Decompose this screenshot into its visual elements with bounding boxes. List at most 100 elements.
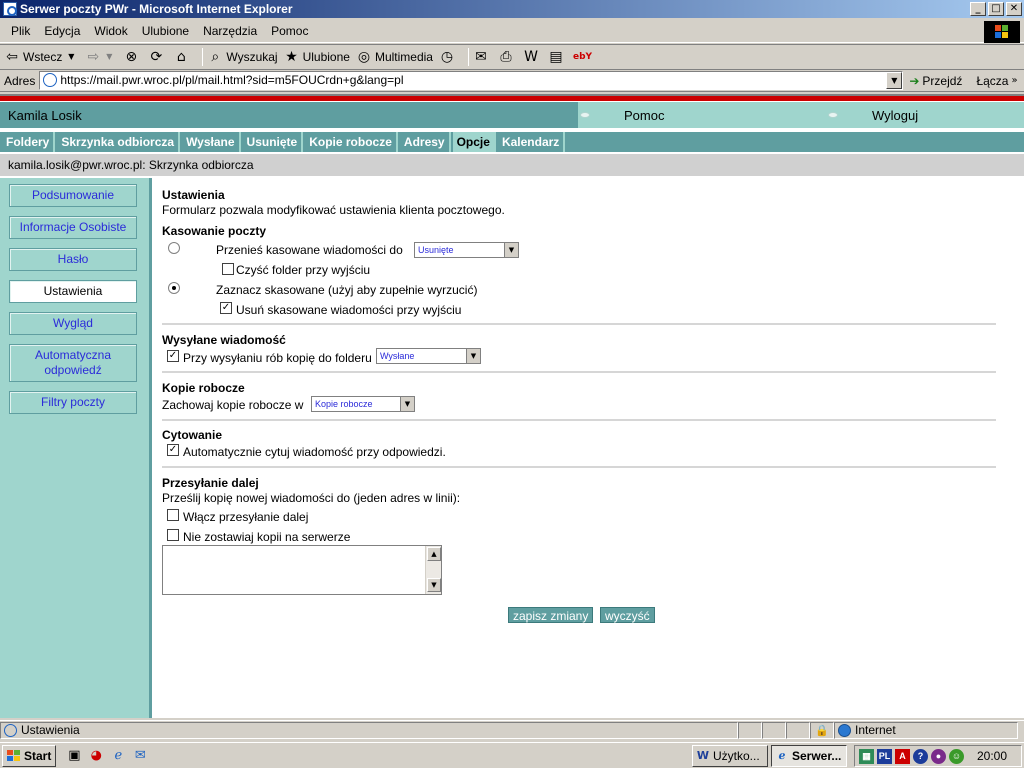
- print-button[interactable]: ⎙: [498, 49, 517, 65]
- help-icon[interactable]: ?: [913, 748, 928, 764]
- sent-copy-label: Przy wysyłaniu rób kopię do folderu: [183, 351, 372, 365]
- task-browser[interactable]: ℯ Serwer...: [771, 745, 847, 767]
- tab-addresses[interactable]: Adresy: [399, 132, 451, 152]
- system-tray: ▦ PL A ? ● ☺ 20:00: [854, 745, 1022, 767]
- clear-button[interactable]: wyczyść: [600, 607, 655, 623]
- address-url: https://mail.pwr.wroc.pl/pl/mail.html?si…: [60, 73, 404, 87]
- no-copy-checkbox[interactable]: [167, 529, 179, 541]
- home-button[interactable]: ⌂: [173, 49, 192, 65]
- menu-view[interactable]: Widok: [87, 24, 134, 38]
- history-icon: ◷: [440, 49, 454, 65]
- scroll-down-icon[interactable]: ▼: [427, 578, 441, 592]
- clock: 20:00: [976, 749, 1007, 763]
- tab-deleted[interactable]: Usunięte: [242, 132, 304, 152]
- auto-quote-checkbox[interactable]: ✓: [167, 444, 179, 456]
- sidebar-item-settings[interactable]: Ustawienia: [9, 280, 137, 303]
- enable-forwarding-checkbox[interactable]: [167, 509, 179, 521]
- favorites-button[interactable]: ★ Ulubione: [284, 49, 350, 65]
- back-button[interactable]: ⇦ Wstecz ▼: [4, 49, 79, 65]
- settings-intro: Formularz pozwala modyfikować ustawienia…: [162, 203, 505, 217]
- ie-icon[interactable]: ℯ: [110, 748, 126, 764]
- menu-help[interactable]: Pomoc: [264, 24, 315, 38]
- chevron-right-icon[interactable]: »: [1011, 75, 1017, 86]
- clear-folder-checkbox[interactable]: [222, 263, 234, 275]
- links-button[interactable]: Łącza: [976, 74, 1008, 88]
- sidebar-item-personal-info[interactable]: Informacje Osobiste: [9, 216, 137, 239]
- sidebar-item-summary[interactable]: Podsumowanie: [9, 184, 137, 207]
- multimedia-button[interactable]: ◎ Multimedia: [356, 49, 433, 65]
- remove-deleted-checkbox[interactable]: ✓: [220, 302, 232, 314]
- forward-button[interactable]: ⇨ ▼: [85, 49, 117, 65]
- minimize-button[interactable]: _: [970, 2, 986, 16]
- scroll-up-icon[interactable]: ▲: [427, 547, 441, 561]
- sent-copy-checkbox[interactable]: ✓: [167, 350, 179, 362]
- history-button[interactable]: ◷: [439, 49, 458, 65]
- search-button[interactable]: ⌕ Wyszukaj: [207, 49, 277, 65]
- menu-edit[interactable]: Edycja: [37, 24, 87, 38]
- start-button[interactable]: Start: [2, 744, 57, 767]
- tab-options[interactable]: Opcje: [452, 132, 496, 152]
- chevron-down-icon[interactable]: ▼: [104, 49, 114, 65]
- tab-drafts[interactable]: Kopie robocze: [305, 132, 398, 152]
- move-folder-select[interactable]: Usunięte ▼: [414, 242, 519, 258]
- acrobat-icon[interactable]: A: [895, 748, 910, 764]
- sidebar-item-filters[interactable]: Filtry poczty: [9, 391, 137, 414]
- auto-quote-label: Automatycznie cytuj wiadomość przy odpow…: [183, 445, 446, 459]
- office-icon[interactable]: ◕: [88, 748, 104, 764]
- tab-inbox[interactable]: Skrzynka odbiorcza: [57, 132, 181, 152]
- search-icon: ⌕: [211, 49, 220, 65]
- outlook-icon[interactable]: ✉: [132, 748, 148, 764]
- mail-icon: ✉: [475, 49, 487, 65]
- close-button[interactable]: ✕: [1006, 2, 1022, 16]
- sidebar-item-appearance[interactable]: Wygląd: [9, 312, 137, 335]
- forward-addresses-textarea[interactable]: ▲ ▼: [162, 545, 442, 595]
- task-browser-label: Serwer...: [792, 749, 842, 763]
- discuss-button[interactable]: ▤: [548, 49, 567, 65]
- address-dropdown-icon[interactable]: ▼: [886, 72, 903, 89]
- maximize-button[interactable]: □: [988, 2, 1004, 16]
- sent-folder-select[interactable]: Wysłane ▼: [376, 348, 481, 364]
- chevron-down-icon[interactable]: ▼: [66, 49, 76, 65]
- search-label: Wyszukaj: [226, 50, 278, 64]
- go-button[interactable]: ➔ Przejdź: [909, 74, 962, 88]
- menu-file[interactable]: Plik: [4, 24, 37, 38]
- help-link[interactable]: Pomoc: [624, 108, 664, 123]
- menu-favorites[interactable]: Ulubione: [135, 24, 196, 38]
- language-indicator[interactable]: PL: [877, 748, 892, 764]
- windows-logo-icon: [7, 749, 21, 762]
- edit-button[interactable]: W: [523, 49, 542, 65]
- palette-icon[interactable]: ●: [931, 748, 946, 764]
- move-deleted-radio[interactable]: [168, 242, 180, 254]
- mark-deleted-radio[interactable]: [168, 282, 180, 294]
- address-label: Adres: [4, 73, 36, 88]
- logout-link[interactable]: Wyloguj: [872, 108, 918, 123]
- tab-sent[interactable]: Wysłane: [182, 132, 241, 152]
- drafts-folder-select[interactable]: Kopie robocze ▼: [311, 396, 415, 412]
- stop-button[interactable]: ⊗: [123, 49, 142, 65]
- refresh-button[interactable]: ⟳: [148, 49, 167, 65]
- network-icon[interactable]: ▦: [859, 748, 874, 764]
- tab-calendar[interactable]: Kalendarz: [497, 132, 566, 152]
- enable-forwarding-label: Włącz przesyłanie dalej: [183, 510, 309, 524]
- task-word[interactable]: W Użytko...: [692, 745, 768, 767]
- messenger-icon[interactable]: ☺: [949, 748, 964, 764]
- toolbar-separator: [467, 48, 469, 66]
- window-title: Serwer poczty PWr - Microsoft Internet E…: [20, 2, 293, 16]
- tab-folders[interactable]: Foldery: [2, 132, 56, 152]
- ebay-button[interactable]: ebY: [573, 49, 592, 65]
- address-input[interactable]: https://mail.pwr.wroc.pl/pl/mail.html?si…: [39, 71, 904, 90]
- favorites-icon: ★: [285, 49, 298, 65]
- show-desktop-icon[interactable]: ▣: [66, 748, 82, 764]
- section-title-quoting: Cytowanie: [162, 428, 223, 442]
- status-cell: [786, 722, 810, 739]
- mail-button[interactable]: ✉: [473, 49, 492, 65]
- status-text: Ustawienia: [21, 723, 80, 737]
- sidebar-item-autoreply[interactable]: Automatyczna odpowiedź: [9, 344, 137, 382]
- menu-tools[interactable]: Narzędzia: [196, 24, 264, 38]
- textarea-scrollbar[interactable]: ▲ ▼: [425, 546, 441, 594]
- status-text-cell: Ustawienia: [0, 722, 738, 739]
- stop-icon: ⊗: [125, 49, 138, 65]
- save-button[interactable]: zapisz zmiany: [508, 607, 594, 623]
- sidebar-item-password[interactable]: Hasło: [9, 248, 137, 271]
- sent-folder-value: Wysłane: [380, 351, 415, 361]
